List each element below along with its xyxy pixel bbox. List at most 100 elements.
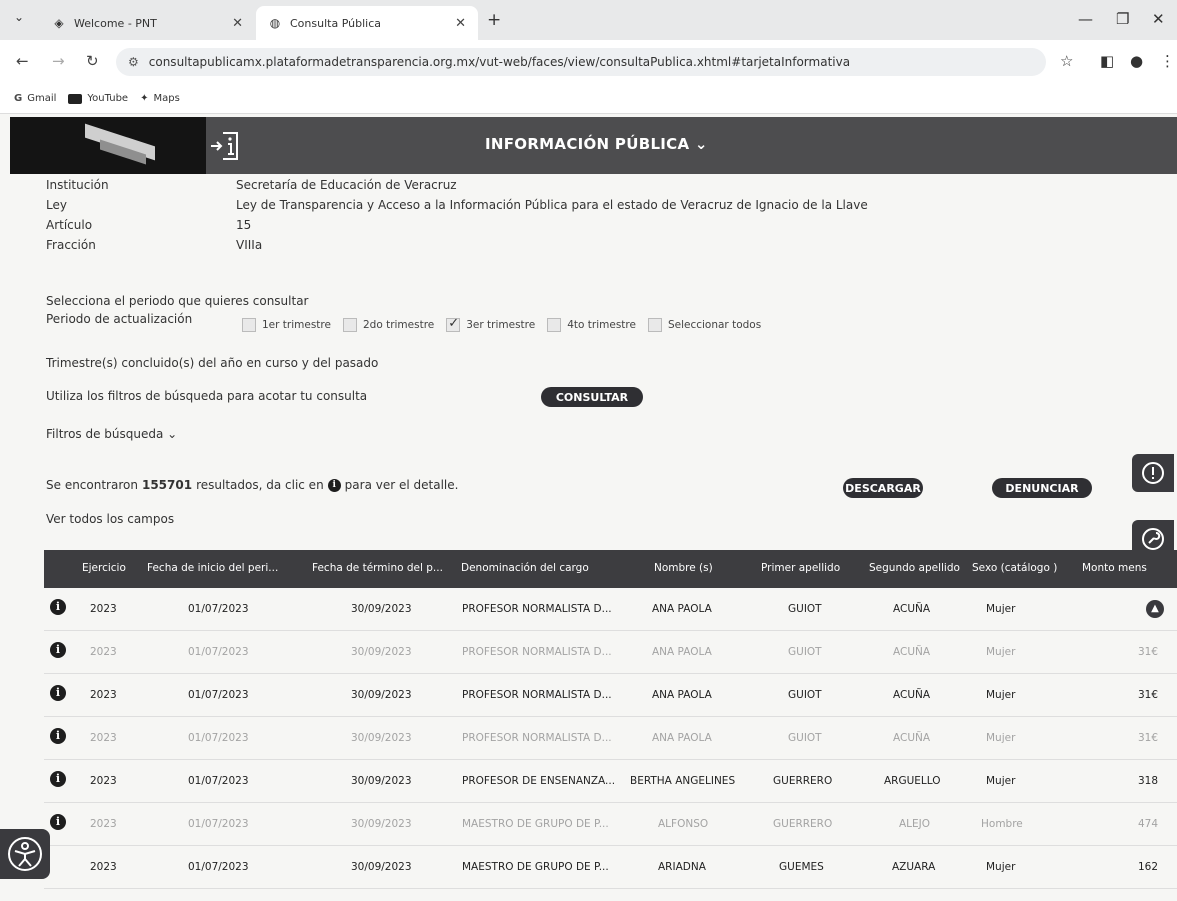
cell-nombre: ANA PAOLA [652,603,712,615]
cell-monto: 31€ [1138,646,1159,658]
checkbox-label: 1er trimestre [262,319,331,331]
col-header[interactable]: Segundo apellido [869,562,960,574]
filters-toggle[interactable]: Filtros de búsqueda ⌄ [46,427,177,441]
scroll-to-top-icon[interactable]: ▲ [1146,600,1164,618]
browser-address-row: ← → ↻ ⚙ consultapublicamx.plataformadetr… [0,40,1177,84]
bookmark-label: Maps [153,93,180,104]
site-info-icon[interactable]: ⚙ [128,55,139,69]
table-row[interactable]: i 2023 01/07/2023 30/09/2023 PROFESOR NO… [44,588,1177,631]
ver-todos-link[interactable]: Ver todos los campos [46,512,174,526]
cell-sexo: Mujer [986,775,1016,787]
bookmark-gmail[interactable]: G Gmail [14,93,56,104]
cell-cargo: MAESTRO DE GRUPO DE P... [462,861,609,873]
col-header[interactable]: Ejercicio [82,562,126,574]
new-tab-plus-icon[interactable]: + [487,10,501,30]
checkbox-2do-trimestre[interactable] [342,318,357,332]
cell-fecha-inicio: 01/07/2023 [188,861,249,873]
close-tab-icon[interactable]: ✕ [232,16,243,31]
cell-cargo: PROFESOR NORMALISTA D... [462,732,612,744]
checkbox-1er-trimestre[interactable] [242,318,256,332]
col-header[interactable]: Sexo (catálogo ) [972,562,1057,574]
bookmark-youtube[interactable]: YouTube [68,93,128,104]
cell-ejercicio: 2023 [90,603,117,615]
compass-icon: ◈ [54,16,64,30]
cell-cargo: PROFESOR NORMALISTA D... [462,603,612,615]
table-header: Ejercicio Fecha de inicio del peri... Fe… [44,550,1177,588]
site-banner: INFORMACIÓN PÚBLICA ⌄ [10,117,1177,174]
cell-segundo-apellido: ACUÑA [893,603,931,615]
profile-icon[interactable]: ● [1130,52,1143,70]
restore-icon[interactable]: ❐ [1116,10,1129,28]
browser-tab-welcome[interactable]: ◈ Welcome - PNT ✕ [40,6,255,40]
table-row[interactable]: 2023 01/07/2023 30/09/2023 MAESTRO DE GR… [44,846,1177,889]
alert-side-button[interactable] [1132,454,1174,492]
url-bar[interactable]: ⚙ consultapublicamx.plataformadetranspar… [116,48,1046,76]
articulo-value: 15 [236,218,252,232]
cell-nombre: ANA PAOLA [652,646,712,658]
accessibility-button[interactable] [0,829,50,879]
back-arrow-icon[interactable]: ← [16,52,29,70]
checkbox-3er-trimestre[interactable] [446,316,461,332]
consultar-button[interactable]: CONSULTAR [541,387,643,407]
close-tab-icon[interactable]: ✕ [455,16,466,31]
checkbox-label: 2do trimestre [362,319,435,331]
col-header[interactable]: Fecha de término del p... [312,562,443,574]
col-header[interactable]: Primer apellido [761,562,840,574]
row-info-icon[interactable]: i [50,599,66,615]
pnt-logo[interactable] [10,117,206,174]
cell-primer-apellido: GUEMES [779,861,824,873]
side-panel-icon[interactable]: ◧ [1100,52,1114,70]
row-info-icon[interactable]: i [50,771,66,787]
cell-fecha-inicio: 01/07/2023 [188,732,249,744]
search-hint: Utiliza los filtros de búsqueda para aco… [46,389,368,403]
col-header[interactable]: Nombre (s) [654,562,713,574]
table-row[interactable]: i 2023 01/07/2023 30/09/2023 PROFESOR NO… [44,674,1177,717]
results-summary: Se encontraron 155701 resultados, da cli… [46,478,458,492]
row-info-icon[interactable]: i [50,728,66,744]
cell-fecha-termino: 30/09/2023 [351,603,412,615]
close-window-icon[interactable]: ✕ [1152,10,1165,28]
col-header[interactable]: Denominación del cargo [461,562,589,574]
bookmark-label: YouTube [87,93,129,104]
forward-arrow-icon[interactable]: → [52,52,65,70]
checkbox-4to-trimestre[interactable] [547,318,562,332]
kebab-menu-icon[interactable]: ⋮ [1160,52,1175,70]
cell-nombre: ALFONSO [658,818,709,830]
col-header[interactable]: Fecha de inicio del peri... [147,562,278,574]
cell-cargo: MAESTRO DE GRUPO DE P... [462,818,609,830]
cell-fecha-termino: 30/09/2023 [351,861,412,873]
page-title-menu[interactable]: INFORMACIÓN PÚBLICA ⌄ [485,135,708,153]
descargar-button[interactable]: DESCARGAR [843,478,923,498]
bookmark-maps[interactable]: ✦ Maps [140,93,180,104]
browser-tab-consulta[interactable]: ◍ Consulta Pública ✕ [256,6,478,40]
info-icon: i [327,478,341,492]
cell-fecha-termino: 30/09/2023 [351,818,412,830]
cell-fecha-inicio: 01/07/2023 [188,818,249,830]
ley-label: Ley [46,198,67,212]
cell-nombre: BERTHA ANGELINES [630,775,736,787]
cell-segundo-apellido: ARGUELLO [884,775,941,787]
reload-icon[interactable]: ↻ [86,52,99,70]
period-label: Periodo de actualización [46,312,193,326]
cell-fecha-termino: 30/09/2023 [351,646,412,658]
cell-segundo-apellido: ALEJO [899,818,931,830]
checkbox-label: 3er trimestre [466,319,536,331]
table-row[interactable]: i 2023 01/07/2023 30/09/2023 MAESTRO DE … [44,803,1177,846]
bookmark-star-icon[interactable]: ☆ [1060,52,1073,70]
fraccion-label: Fracción [46,238,96,252]
tab-search-chevron-icon[interactable]: ⌄ [14,10,24,24]
checkbox-seleccionar-todos[interactable] [647,318,662,332]
table-row[interactable]: i 2023 01/07/2023 30/09/2023 PROFESOR DE… [44,760,1177,803]
cell-sexo: Mujer [986,603,1016,615]
row-info-icon[interactable]: i [50,814,66,830]
row-info-icon[interactable]: i [50,642,66,658]
checkbox-label: Seleccionar todos [667,319,762,331]
table-row[interactable]: i 2023 01/07/2023 30/09/2023 PROFESOR NO… [44,717,1177,760]
col-header[interactable]: Monto mens [1082,562,1147,574]
maps-icon: ✦ [140,93,149,104]
row-info-icon[interactable]: i [50,685,66,701]
minimize-icon[interactable]: — [1078,10,1093,28]
denunciar-button[interactable]: DENUNCIAR [992,478,1092,498]
table-row[interactable]: i 2023 01/07/2023 30/09/2023 PROFESOR NO… [44,631,1177,674]
globe-icon: ◍ [269,16,281,30]
